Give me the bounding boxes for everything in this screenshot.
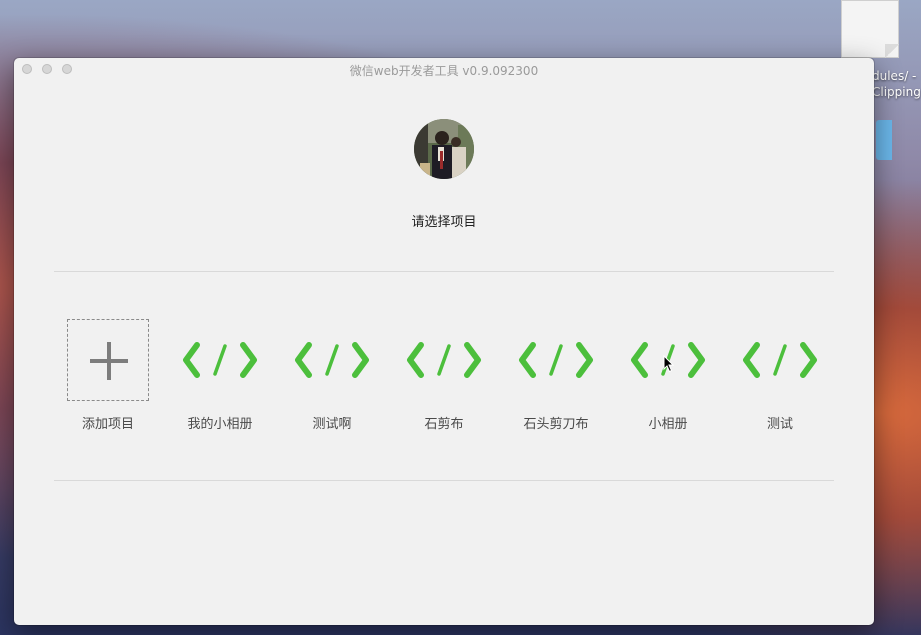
add-project-item[interactable]: 添加项目 [67, 319, 149, 439]
project-label: 石剪布 [424, 417, 464, 432]
app-window: 微信web开发者工具 v0.9.092300 请选择项目 添加项目 我的小相册 … [14, 58, 874, 625]
mouse-cursor-icon [663, 355, 675, 373]
code-icon [519, 342, 593, 378]
project-label: 测试啊 [312, 417, 352, 432]
code-icon [295, 342, 369, 378]
add-project-button[interactable] [67, 319, 149, 401]
project-item[interactable]: 小相册 [627, 319, 709, 439]
user-avatar-photo [414, 119, 474, 179]
add-project-label: 添加项目 [81, 417, 134, 432]
code-icon [183, 342, 257, 378]
bottom-divider [54, 480, 834, 481]
project-label: 我的小相册 [187, 417, 253, 432]
project-label: 石头剪刀布 [523, 417, 589, 432]
project-label: 测试 [766, 417, 793, 432]
project-list: 添加项目 我的小相册 测试啊 石剪布 石头剪刀布 小相册 测试 [67, 319, 837, 439]
top-divider [54, 271, 834, 272]
user-avatar[interactable] [414, 119, 474, 179]
project-item[interactable]: 石头剪刀布 [515, 319, 597, 439]
title-bar[interactable]: 微信web开发者工具 v0.9.092300 [14, 58, 874, 80]
plus-icon-vertical [107, 342, 111, 380]
project-item[interactable]: 测试 [739, 319, 821, 439]
window-title: 微信web开发者工具 v0.9.092300 [349, 64, 539, 78]
project-label: 小相册 [648, 417, 688, 432]
select-project-prompt: 请选择项目 [411, 215, 477, 230]
project-item[interactable]: 测试啊 [291, 319, 373, 439]
code-icon [407, 342, 481, 378]
project-item[interactable]: 石剪布 [403, 319, 485, 439]
desktop-file-label-line2: Clipping [872, 85, 921, 99]
project-item[interactable]: 我的小相册 [179, 319, 261, 439]
desktop-file-icon[interactable] [841, 0, 899, 58]
desktop-folder-icon[interactable] [876, 120, 892, 160]
desktop-file-label-line1: dules/ - [872, 69, 917, 83]
code-icon [743, 342, 817, 378]
